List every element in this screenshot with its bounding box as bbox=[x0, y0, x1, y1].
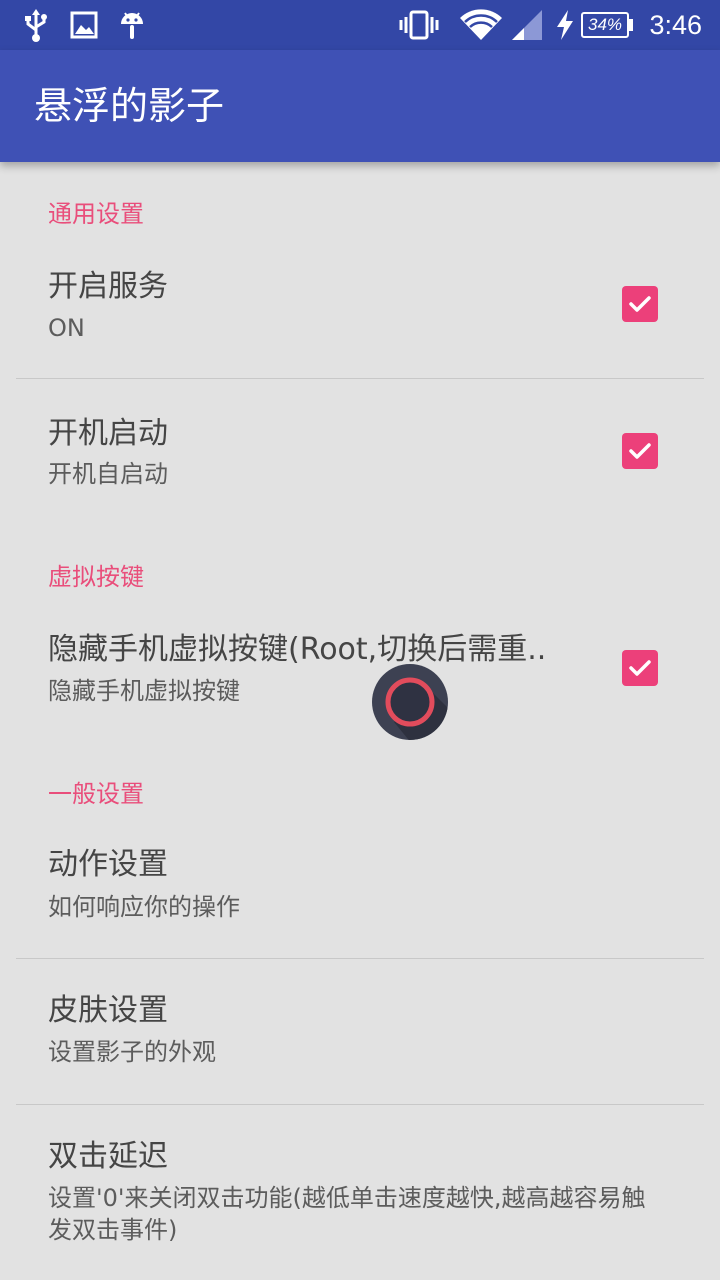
pref-title: 开启服务 bbox=[48, 269, 168, 304]
pref-title: 动作设置 bbox=[48, 847, 168, 882]
pref-action-settings[interactable]: 动作设置 如何响应你的操作 bbox=[0, 832, 720, 958]
floating-ball[interactable] bbox=[372, 664, 448, 740]
category-general: 一般设置 bbox=[48, 780, 144, 808]
vibrate-icon bbox=[399, 8, 439, 42]
pref-hide-virtual-keys[interactable]: 隐藏手机虚拟按键(Root,切换后需重.. 隐藏手机虚拟按键 bbox=[0, 614, 720, 724]
enable-service-checkbox[interactable] bbox=[622, 286, 658, 322]
check-icon bbox=[629, 660, 651, 676]
page-title: 悬浮的影子 bbox=[34, 84, 225, 128]
pref-summary: 设置'0'来关闭双击功能(越低单击速度越快,越高越容易触发双击事件) bbox=[48, 1184, 646, 1244]
status-bar: 34% 3:46 bbox=[0, 0, 720, 50]
wifi-icon bbox=[459, 8, 503, 42]
image-icon bbox=[70, 8, 98, 42]
pref-enable-service[interactable]: 开启服务 ON bbox=[0, 256, 720, 378]
pref-title: 开机启动 bbox=[48, 416, 168, 451]
hide-virtual-keys-checkbox[interactable] bbox=[622, 650, 658, 686]
pref-title: 双击延迟 bbox=[48, 1139, 168, 1174]
pref-summary: ON bbox=[48, 314, 85, 342]
pref-summary: 隐藏手机虚拟按键 bbox=[48, 677, 240, 705]
settings-list[interactable]: 通用设置 开启服务 ON 开机启动 开机自启动 虚拟按键 隐藏手机虚拟按键(Ro… bbox=[0, 162, 720, 1280]
check-icon bbox=[629, 296, 651, 312]
android-icon bbox=[117, 8, 147, 42]
status-time: 3:46 bbox=[649, 10, 702, 40]
boot-start-checkbox[interactable] bbox=[622, 433, 658, 469]
battery-indicator: 34% bbox=[581, 12, 629, 38]
app-bar: 悬浮的影子 bbox=[0, 50, 720, 162]
category-virtual-keys: 虚拟按键 bbox=[48, 563, 144, 591]
pref-boot-start[interactable]: 开机启动 开机自启动 bbox=[0, 379, 720, 527]
check-icon bbox=[629, 443, 651, 459]
cell-signal-icon bbox=[510, 8, 544, 42]
usb-icon bbox=[22, 8, 50, 42]
floating-ball-icon bbox=[385, 677, 448, 740]
pref-title: 皮肤设置 bbox=[48, 993, 168, 1028]
charging-icon bbox=[554, 8, 576, 42]
pref-title: 隐藏手机虚拟按键(Root,切换后需重.. bbox=[48, 632, 547, 667]
pref-double-click-delay[interactable]: 双击延迟 设置'0'来关闭双击功能(越低单击速度越快,越高越容易触发双击事件) bbox=[0, 1105, 720, 1280]
battery-tip bbox=[629, 19, 633, 31]
pref-skin-settings[interactable]: 皮肤设置 设置影子的外观 bbox=[0, 959, 720, 1104]
pref-summary: 开机自启动 bbox=[48, 460, 168, 488]
pref-summary: 设置影子的外观 bbox=[48, 1038, 216, 1066]
category-general-settings: 通用设置 bbox=[48, 200, 144, 228]
pref-summary: 如何响应你的操作 bbox=[48, 893, 240, 921]
